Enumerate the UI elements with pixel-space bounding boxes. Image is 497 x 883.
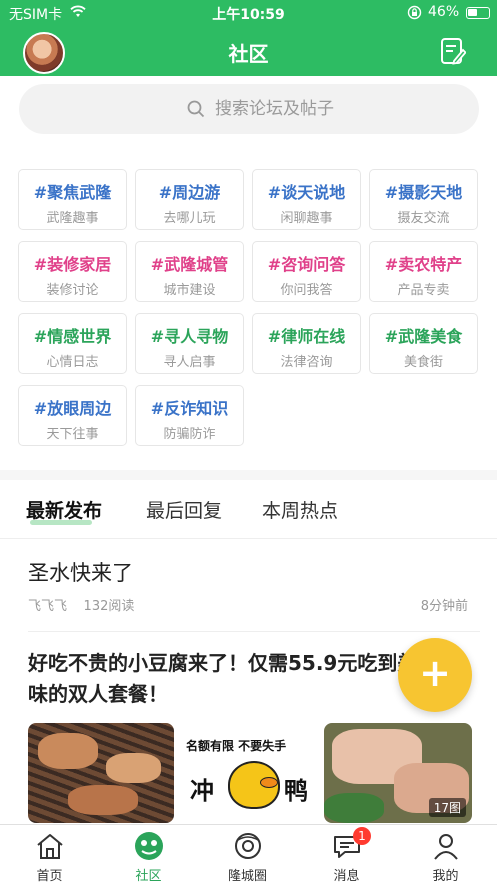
tabbar-label: 社区 [135, 869, 162, 883]
category-name: #聚焦武隆 [33, 183, 112, 202]
tab-weekly-hot[interactable]: 本周热点 [262, 496, 338, 523]
status-time: 上午10:59 [212, 7, 285, 23]
community-icon [135, 832, 163, 860]
search-input[interactable] [215, 96, 415, 122]
tabbar-label: 首页 [36, 869, 63, 883]
category-11[interactable]: #武隆美食 美食街 [369, 313, 478, 374]
category-sub: 美食街 [403, 355, 443, 370]
category-name: #律师在线 [267, 327, 346, 346]
category-13[interactable]: #反诈知识 防骗防诈 [135, 385, 244, 446]
category-sub: 法律咨询 [280, 355, 333, 370]
post-time: 8分钟前 [420, 599, 468, 614]
category-6[interactable]: #咨询问答 你问我答 [252, 241, 361, 302]
post-title[interactable]: 好吃不贵的小豆腐来了！仅需55.9元吃到美味的双人套餐！ [28, 648, 428, 710]
tabbar-label: 隆城圈 [227, 869, 267, 883]
tab-latest[interactable]: 最新发布 [26, 496, 102, 523]
category-3[interactable]: #摄影天地 摄友交流 [369, 169, 478, 230]
category-7[interactable]: #卖农特产 产品专卖 [369, 241, 478, 302]
category-sub: 寻人启事 [163, 355, 216, 370]
orientation-lock-icon [407, 5, 422, 20]
search-bar[interactable] [19, 84, 479, 134]
category-name: #摄影天地 [384, 183, 463, 202]
post-tabs: 最新发布 最后回复 本周热点 [0, 490, 497, 534]
unread-badge: 1 [353, 827, 371, 845]
post-divider [28, 631, 480, 632]
category-sub: 武隆趣事 [46, 211, 99, 226]
category-name: #装修家居 [33, 255, 112, 274]
tabs-divider [0, 538, 497, 539]
add-post-button[interactable]: + [398, 638, 472, 712]
category-sub: 闲聊趣事 [280, 211, 333, 226]
category-name: #情感世界 [33, 327, 112, 346]
category-name: #武隆城管 [150, 255, 229, 274]
tabbar-circle[interactable]: 隆城圈 [198, 825, 297, 883]
category-name: #周边游 [158, 183, 221, 202]
section-divider [0, 470, 497, 480]
category-sub: 心情日志 [46, 355, 99, 370]
category-name: #卖农特产 [384, 255, 463, 274]
image-caption: 名额有限 不要失手 [186, 739, 287, 753]
post-image-1[interactable] [28, 723, 174, 823]
category-name: #咨询问答 [267, 255, 346, 274]
circle-icon [235, 833, 261, 859]
category-9[interactable]: #寻人寻物 寻人启事 [135, 313, 244, 374]
compose-icon[interactable] [440, 37, 466, 65]
post-author: 飞飞飞 [28, 599, 68, 614]
category-name: #武隆美食 [384, 327, 463, 346]
category-4[interactable]: #装修家居 装修讨论 [18, 241, 127, 302]
category-name: #反诈知识 [150, 399, 229, 418]
duck-illustration [228, 761, 280, 809]
tabbar-community[interactable]: 社区 [99, 825, 198, 883]
post-image-3[interactable]: 17图 [324, 723, 472, 823]
image-count-badge: 17图 [428, 798, 466, 817]
tabbar-label: 消息 [333, 869, 360, 883]
category-5[interactable]: #武隆城管 城市建设 [135, 241, 244, 302]
post-image-2[interactable]: 名额有限 不要失手 冲 鸭 [176, 723, 322, 823]
battery-icon [466, 7, 490, 19]
search-icon [187, 100, 205, 118]
category-10[interactable]: #律师在线 法律咨询 [252, 313, 361, 374]
tabbar-profile[interactable]: 我的 [396, 825, 495, 883]
bottom-tab-bar: 首页 社区 隆城圈 1 消息 我的 [0, 824, 497, 883]
category-sub: 防骗防诈 [163, 427, 216, 442]
post-meta: 飞飞飞 132阅读 [28, 595, 134, 614]
category-sub: 去哪儿玩 [163, 211, 216, 226]
category-2[interactable]: #谈天说地 闲聊趣事 [252, 169, 361, 230]
image-text-chong: 冲 [190, 777, 214, 805]
tabbar-messages[interactable]: 1 消息 [297, 825, 396, 883]
category-12[interactable]: #放眼周边 天下往事 [18, 385, 127, 446]
category-sub: 产品专卖 [397, 283, 450, 298]
category-8[interactable]: #情感世界 心情日志 [18, 313, 127, 374]
tab-last-reply[interactable]: 最后回复 [146, 496, 222, 523]
plus-icon: + [419, 651, 451, 695]
page-title: 社区 [228, 42, 269, 66]
category-name: #寻人寻物 [150, 327, 229, 346]
post-views: 132阅读 [83, 599, 135, 614]
category-0[interactable]: #聚焦武隆 武隆趣事 [18, 169, 127, 230]
category-sub: 天下往事 [46, 427, 99, 442]
category-name: #谈天说地 [267, 183, 346, 202]
category-sub: 装修讨论 [46, 283, 99, 298]
category-sub: 你问我答 [280, 283, 333, 298]
nav-bar: 社区 [0, 26, 497, 76]
tabbar-label: 我的 [432, 869, 459, 883]
category-sub: 城市建设 [163, 283, 216, 298]
tabbar-home[interactable]: 首页 [0, 825, 99, 883]
category-1[interactable]: #周边游 去哪儿玩 [135, 169, 244, 230]
category-name: #放眼周边 [33, 399, 112, 418]
post-title[interactable]: 圣水快来了 [28, 557, 133, 587]
status-bar: 无SIM卡 上午10:59 46% [0, 0, 497, 26]
home-icon [37, 834, 63, 859]
category-sub: 摄友交流 [397, 211, 450, 226]
image-text-ya: 鸭 [284, 777, 308, 805]
profile-icon [434, 834, 458, 860]
battery-percent: 46% [428, 4, 460, 20]
